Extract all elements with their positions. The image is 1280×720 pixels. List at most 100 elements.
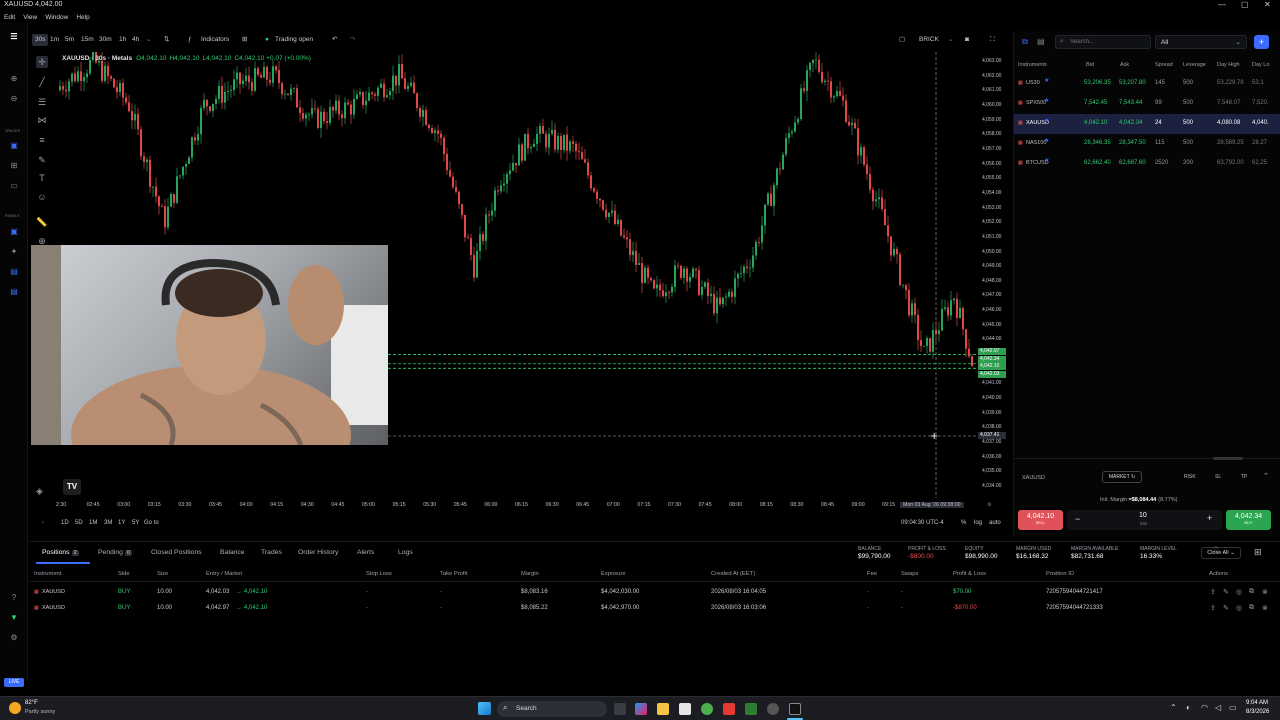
menu-help[interactable]: Help bbox=[76, 14, 89, 21]
tp-button[interactable]: TP bbox=[1241, 474, 1247, 480]
increase-button[interactable]: + bbox=[1207, 513, 1212, 523]
fib-tool-icon[interactable]: ≡ bbox=[36, 134, 48, 146]
goto-button[interactable]: Go to bbox=[144, 520, 159, 526]
interval-1h[interactable]: 1h bbox=[119, 34, 126, 46]
trendline-tool-icon[interactable]: ╱ bbox=[36, 76, 48, 88]
position-take-profit[interactable]: - bbox=[440, 589, 442, 595]
layout-dropdown-icon[interactable]: ⌄ bbox=[948, 34, 953, 46]
star-icon[interactable]: ★ bbox=[1044, 157, 1049, 164]
layout-box-icon[interactable]: ▢ bbox=[899, 34, 905, 46]
compare-icon[interactable]: ⇅ bbox=[164, 34, 169, 46]
layouts-icon[interactable]: ⊞ bbox=[242, 34, 247, 46]
star-icon[interactable]: ★ bbox=[1044, 97, 1049, 104]
indicators-icon[interactable]: ƒ bbox=[188, 34, 192, 46]
range-1m[interactable]: 1M bbox=[89, 520, 97, 526]
instrument-row[interactable]: ▦ NAS100 ★ 28,346.35 28,347.50 115 500 28,589.2… bbox=[1014, 134, 1280, 154]
column-header[interactable]: Created At (EET) bbox=[711, 571, 755, 577]
position-take-profit[interactable]: - bbox=[440, 605, 442, 611]
interval-4h[interactable]: 4h bbox=[132, 34, 139, 46]
range-5d[interactable]: 5D bbox=[75, 520, 83, 526]
minimize-button[interactable]: — bbox=[1218, 0, 1226, 9]
interval-5m[interactable]: 5m bbox=[65, 34, 74, 46]
watchlist-tab-icon[interactable]: ⧉ bbox=[1022, 37, 1028, 47]
column-header[interactable]: Stop Loss bbox=[366, 571, 392, 577]
tab-logs[interactable]: Logs bbox=[398, 549, 413, 556]
instrument-row[interactable]: ▦ US30 ★ 53,206.35 53,207.80 145 500 53,229.78 5… bbox=[1014, 74, 1280, 94]
column-header[interactable]: Margin bbox=[521, 571, 539, 577]
settings-icon[interactable]: ⚙ bbox=[987, 502, 992, 508]
position-stop-loss[interactable]: - bbox=[366, 589, 368, 595]
hlines-tool-icon[interactable]: ☰ bbox=[36, 96, 48, 108]
browser-icon[interactable] bbox=[767, 703, 779, 715]
network-icon[interactable]: ◠ bbox=[1201, 703, 1208, 712]
share-icon[interactable]: ⇪ bbox=[1210, 588, 1216, 596]
file-explorer-icon[interactable] bbox=[657, 703, 669, 715]
help-icon[interactable]: ? bbox=[8, 592, 20, 604]
volume-icon[interactable]: ◁ bbox=[1215, 703, 1221, 712]
chevron-up-icon[interactable]: ⌃ bbox=[1263, 472, 1269, 480]
interval-1m[interactable]: 1m bbox=[50, 34, 59, 46]
redo-icon[interactable]: ↷ bbox=[350, 34, 355, 46]
zoom-out-icon[interactable]: ⊖ bbox=[8, 93, 20, 105]
column-header[interactable]: Entry / Market bbox=[206, 571, 242, 577]
time-axis[interactable]: 2:30 02:45 03:00 03:15 03:30 03:45 04:00 04:15 0… bbox=[54, 500, 992, 512]
col-ask[interactable]: Ask bbox=[1120, 62, 1129, 68]
taskbar-search[interactable]: ⌕ Search bbox=[497, 701, 607, 717]
price-axis[interactable]: 4,063.00 4,062.00 4,061.00 4,060.00 4,059.00… bbox=[978, 52, 1010, 498]
add-instrument-button[interactable]: + bbox=[1254, 35, 1269, 49]
undo-icon[interactable]: ↶ bbox=[332, 34, 337, 46]
ruler-tool-icon[interactable]: 📏 bbox=[36, 216, 48, 228]
menu-window[interactable]: Window bbox=[45, 14, 68, 21]
tab-balance[interactable]: Balance bbox=[220, 549, 245, 556]
app-icon[interactable] bbox=[745, 703, 757, 715]
weather-temp[interactable]: 82°F bbox=[25, 700, 38, 706]
tray-app-icon[interactable]: ◐ bbox=[1186, 703, 1191, 712]
star-icon[interactable]: ★ bbox=[1044, 77, 1049, 84]
chrome-icon[interactable] bbox=[701, 703, 713, 715]
zoom-in-icon[interactable]: ⊕ bbox=[8, 73, 20, 85]
tab-alerts[interactable]: Alerts bbox=[357, 549, 374, 556]
close-position-icon[interactable]: ⊗ bbox=[1262, 588, 1268, 596]
panel-watchlist-icon[interactable]: ▤ bbox=[8, 266, 20, 278]
filter-select[interactable]: All ⌄ bbox=[1155, 35, 1247, 49]
col-day-low[interactable]: Day Lo bbox=[1252, 62, 1269, 68]
layers-icon[interactable]: ◈ bbox=[36, 486, 43, 497]
column-header[interactable]: Fee bbox=[867, 571, 877, 577]
column-header[interactable]: Instrument bbox=[34, 571, 61, 577]
range-3m[interactable]: 3M bbox=[104, 520, 112, 526]
range-1d[interactable]: 1D bbox=[61, 520, 69, 526]
column-header[interactable]: Take Profit bbox=[440, 571, 467, 577]
col-day-high[interactable]: Day High bbox=[1217, 62, 1240, 68]
close-position-icon[interactable]: ⊗ bbox=[1262, 604, 1268, 612]
store-icon[interactable] bbox=[679, 703, 691, 715]
col-leverage[interactable]: Leverage bbox=[1183, 62, 1206, 68]
interval-30m[interactable]: 30m bbox=[99, 34, 112, 46]
instrument-row[interactable]: ▦ XAUUSD ★ 4,042.10 4,042.34 24 500 4,080.08 4,0… bbox=[1014, 114, 1280, 134]
close-all-button[interactable]: Close All ⌄ bbox=[1201, 547, 1241, 559]
col-spread[interactable]: Spread bbox=[1155, 62, 1173, 68]
list-tab-icon[interactable]: ▤ bbox=[1037, 37, 1045, 46]
panel-tools-icon[interactable]: ✦ bbox=[8, 246, 20, 258]
panel-orders-icon[interactable]: ▤ bbox=[8, 286, 20, 298]
cart-icon[interactable]: ⊞ bbox=[8, 160, 20, 172]
tab-positions[interactable]: Positions 2 bbox=[42, 549, 79, 556]
acrobat-icon[interactable] bbox=[723, 703, 735, 715]
maximize-button[interactable]: ▢ bbox=[1241, 0, 1249, 9]
tab-pending[interactable]: Pending 0 bbox=[98, 549, 133, 556]
panel-chart-icon[interactable]: ▣ bbox=[8, 226, 20, 238]
buy-button[interactable]: 4,042.34 BUY bbox=[1226, 510, 1271, 530]
risk-button[interactable]: RISK bbox=[1184, 474, 1196, 480]
copilot-icon[interactable] bbox=[635, 703, 647, 715]
search-box[interactable]: ⌕ bbox=[1055, 35, 1151, 49]
edit-icon[interactable]: ✎ bbox=[1223, 604, 1229, 612]
column-header[interactable]: Actions bbox=[1209, 571, 1228, 577]
weather-desc[interactable]: Partly sunny bbox=[25, 709, 55, 715]
target-icon[interactable]: ◎ bbox=[1236, 604, 1242, 612]
instrument-row[interactable]: ▦ SPX500 ★ 7,542.45 7,543.44 99 500 7,548.07 7,5… bbox=[1014, 94, 1280, 114]
column-header[interactable]: Position ID bbox=[1046, 571, 1074, 577]
share-icon[interactable]: ⇪ bbox=[1210, 604, 1216, 612]
reverse-icon[interactable]: ⧉ bbox=[1249, 588, 1254, 596]
auto-toggle[interactable]: auto bbox=[989, 520, 1001, 526]
tab-order-history[interactable]: Order History bbox=[298, 549, 338, 556]
close-button[interactable]: ✕ bbox=[1264, 0, 1271, 9]
